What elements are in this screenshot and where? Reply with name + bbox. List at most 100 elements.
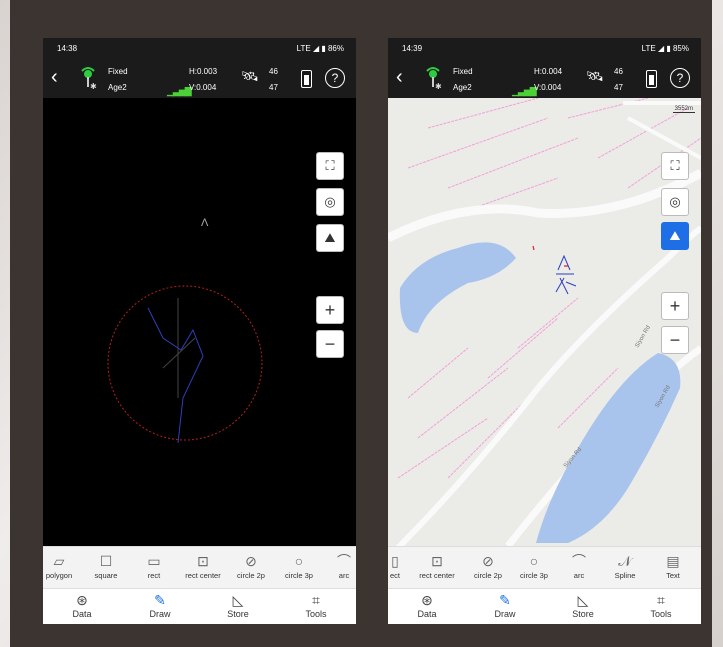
full-extent-button[interactable]: ⛶ bbox=[316, 152, 344, 180]
gnss-header: ‹ ✱ Fixed Age2 ▁▃▅▇ H:0.003 V:0.004 🛰 46… bbox=[43, 60, 356, 98]
locate-button[interactable]: ◎ bbox=[661, 188, 689, 216]
draw-tool-text[interactable]: ▤ Text bbox=[660, 547, 686, 580]
circle-2p-icon: ⊘ bbox=[482, 553, 494, 569]
status-bar: 14:39 LTE ◢ ▮ 85% bbox=[388, 38, 701, 60]
receiver-battery-icon bbox=[301, 70, 312, 88]
help-icon[interactable]: ? bbox=[670, 68, 690, 88]
draw-tool-square[interactable]: ☐ square bbox=[89, 547, 123, 580]
v-precision: V:0.004 bbox=[534, 83, 562, 92]
nav-draw[interactable]: ✎ Draw bbox=[121, 589, 199, 619]
status-right: LTE ◢ ▮ 86% bbox=[296, 44, 344, 53]
nav-store[interactable]: ◺ Store bbox=[199, 589, 277, 619]
age-label: Age2 bbox=[108, 83, 127, 92]
polygon-icon: ▱ bbox=[53, 553, 65, 569]
brush-icon: ✎ bbox=[154, 592, 166, 608]
map-canvas[interactable]: Λ ⛶ ◎ ⛰ + − bbox=[43, 98, 356, 546]
map-drawing: Λ bbox=[107, 217, 263, 444]
zoom-out-button[interactable]: − bbox=[661, 326, 689, 354]
rect-icon: ▭ bbox=[147, 553, 161, 569]
locate-button[interactable]: ◎ bbox=[316, 188, 344, 216]
draw-tool-rect[interactable]: ▭ rect bbox=[137, 547, 171, 580]
draw-tool-rect-center[interactable]: ⊡ rect center bbox=[414, 547, 460, 580]
crop-icon: ⌗ bbox=[657, 592, 665, 608]
data-icon: ⊛ bbox=[421, 592, 433, 608]
crop-icon: ⌗ bbox=[312, 592, 320, 608]
rect-icon: ▯ bbox=[391, 553, 399, 569]
draw-tool-rect-partial[interactable]: ▯ ect bbox=[388, 547, 402, 580]
network-label: LTE bbox=[296, 44, 311, 53]
map-layer-button[interactable]: ⛰ bbox=[661, 222, 689, 250]
map-canvas[interactable]: Siyon Rd Siyon Rd Siyon Rd 3552m ⛶ ◎ ⛰ +… bbox=[388, 98, 701, 546]
spline-icon: 𝒩 bbox=[618, 553, 632, 569]
sats-used: 46 bbox=[614, 67, 623, 76]
svg-text:Λ: Λ bbox=[201, 217, 209, 229]
circle-3p-icon: ○ bbox=[529, 553, 539, 569]
circle-3p-icon: ○ bbox=[294, 553, 304, 569]
full-extent-button[interactable]: ⛶ bbox=[661, 152, 689, 180]
brush-icon: ✎ bbox=[499, 592, 511, 608]
basemap: Siyon Rd Siyon Rd Siyon Rd bbox=[388, 98, 701, 546]
draw-tool-circle-2p[interactable]: ⊘ circle 2p bbox=[231, 547, 271, 580]
nav-draw[interactable]: ✎ Draw bbox=[466, 589, 544, 619]
text-icon: ▤ bbox=[666, 553, 680, 569]
draw-tool-circle-3p[interactable]: ○ circle 3p bbox=[279, 547, 319, 580]
status-right: LTE ◢ ▮ 85% bbox=[641, 44, 689, 53]
nav-store[interactable]: ◺ Store bbox=[544, 589, 622, 619]
draw-tool-arc[interactable]: ⌒ arc bbox=[332, 547, 356, 580]
set-square-icon: ◺ bbox=[232, 592, 244, 608]
nav-data[interactable]: ⊛ Data bbox=[43, 589, 121, 619]
scale-bar: 3552m bbox=[672, 106, 695, 113]
bluetooth-icon: ✱ bbox=[435, 82, 442, 91]
solution-status: Fixed bbox=[453, 67, 473, 76]
back-icon[interactable]: ‹ bbox=[51, 66, 58, 88]
receiver-battery-icon bbox=[646, 70, 657, 88]
zoom-in-button[interactable]: + bbox=[316, 296, 344, 324]
map-layer-button[interactable]: ⛰ bbox=[316, 224, 344, 252]
bluetooth-icon: ✱ bbox=[90, 82, 97, 91]
arc-icon: ⌒ bbox=[572, 553, 586, 569]
satellite-icon[interactable]: 🛰 bbox=[241, 68, 259, 85]
age-label: Age2 bbox=[453, 83, 472, 92]
battery-label: 86% bbox=[327, 44, 344, 53]
back-icon[interactable]: ‹ bbox=[396, 66, 403, 88]
signal-bars-icon: ▁▃▅▇ bbox=[512, 86, 537, 96]
draw-toolbar: ▯ ect ⊡ rect center ⊘ circle 2p ○ circle 3p … bbox=[388, 546, 701, 589]
arc-icon: ⌒ bbox=[337, 553, 351, 569]
square-icon: ☐ bbox=[99, 553, 113, 569]
satellite-icon[interactable]: 🛰 bbox=[586, 68, 604, 85]
sats-visible: 47 bbox=[269, 83, 278, 92]
zoom-out-button[interactable]: − bbox=[316, 330, 344, 358]
right-phone-screen: 14:39 LTE ◢ ▮ 85% ‹ ✱ Fixed Age2 ▁▃▅▇ H:… bbox=[388, 38, 701, 624]
draw-tool-circle-2p[interactable]: ⊘ circle 2p bbox=[468, 547, 508, 580]
draw-toolbar: ▱ polygon ☐ square ▭ rect ⊡ rect center ⊘ cir… bbox=[43, 546, 356, 589]
nav-data[interactable]: ⊛ Data bbox=[388, 589, 466, 619]
left-phone-screen: 14:38 LTE ◢ ▮ 86% ‹ ✱ Fixed Age2 ▁▃▅▇ H:… bbox=[43, 38, 356, 624]
set-square-icon: ◺ bbox=[577, 592, 589, 608]
draw-tool-circle-3p[interactable]: ○ circle 3p bbox=[514, 547, 554, 580]
nav-tools[interactable]: ⌗ Tools bbox=[622, 589, 700, 619]
status-time: 14:38 bbox=[57, 44, 78, 53]
signal-bars-icon: ▁▃▅▇ bbox=[167, 86, 192, 96]
draw-tool-spline[interactable]: 𝒩 Spline bbox=[610, 547, 640, 580]
network-label: LTE bbox=[641, 44, 656, 53]
bottom-nav: ⊛ Data ✎ Draw ◺ Store ⌗ Tools bbox=[388, 588, 701, 624]
draw-tool-arc[interactable]: ⌒ arc bbox=[564, 547, 594, 580]
gnss-header: ‹ ✱ Fixed Age2 ▁▃▅▇ H:0.004 V:0.004 🛰 46… bbox=[388, 60, 701, 98]
status-time: 14:39 bbox=[402, 44, 423, 53]
h-precision: H:0.004 bbox=[534, 67, 563, 76]
draw-tool-rect-center[interactable]: ⊡ rect center bbox=[179, 547, 227, 580]
battery-label: 85% bbox=[672, 44, 689, 53]
solution-status: Fixed bbox=[108, 67, 128, 76]
rect-center-icon: ⊡ bbox=[197, 553, 209, 569]
circle-2p-icon: ⊘ bbox=[245, 553, 257, 569]
zoom-in-button[interactable]: + bbox=[661, 292, 689, 320]
draw-tool-polygon[interactable]: ▱ polygon bbox=[43, 547, 75, 580]
status-bar: 14:38 LTE ◢ ▮ 86% bbox=[43, 38, 356, 60]
h-precision: H:0.003 bbox=[189, 67, 218, 76]
data-icon: ⊛ bbox=[76, 592, 88, 608]
nav-tools[interactable]: ⌗ Tools bbox=[277, 589, 355, 619]
sats-used: 46 bbox=[269, 67, 278, 76]
sats-visible: 47 bbox=[614, 83, 623, 92]
v-precision: V:0.004 bbox=[189, 83, 217, 92]
help-icon[interactable]: ? bbox=[325, 68, 345, 88]
